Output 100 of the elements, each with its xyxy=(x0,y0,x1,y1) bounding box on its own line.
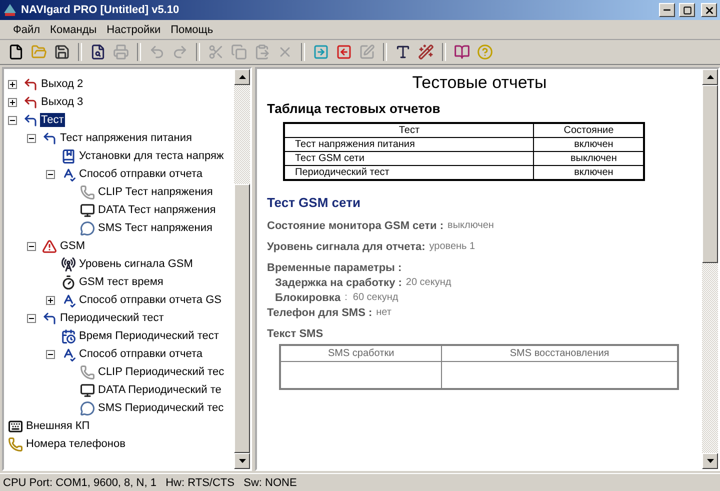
expand-toggle[interactable] xyxy=(8,80,17,88)
minimize-button[interactable] xyxy=(659,3,675,17)
menu-item[interactable]: Команды xyxy=(45,24,102,36)
field-label: Уровень сигнала для отчета: xyxy=(267,241,426,253)
field-label: Телефон для SMS : xyxy=(267,307,372,319)
pen-icon xyxy=(359,44,375,60)
tree-item[interactable]: Выход 2 xyxy=(40,77,84,91)
message-icon xyxy=(80,220,95,236)
computer-icon xyxy=(80,382,95,398)
scrollbar[interactable] xyxy=(702,69,718,469)
keypad-icon xyxy=(8,418,23,434)
window-title: NAVIgard PRO [Untitled] v5.10 xyxy=(21,4,180,16)
menu-item[interactable]: Помощь xyxy=(166,24,218,36)
field-label: Блокировка xyxy=(275,292,341,304)
spell-check-icon xyxy=(61,346,76,362)
scrollbar[interactable] xyxy=(234,69,250,469)
tree-item[interactable]: DATA Тест напряжения xyxy=(97,203,217,217)
close-icon xyxy=(704,4,714,16)
tree-item[interactable]: SMS Периодический тес xyxy=(97,401,225,415)
undo-icon xyxy=(149,44,165,60)
table-cell: Тест напряжения питания xyxy=(284,138,534,152)
section-title: Тест GSM сети xyxy=(267,195,362,210)
tree-item[interactable]: Способ отправки отчета GS xyxy=(78,293,222,307)
scroll-up-button[interactable] xyxy=(234,69,250,85)
collapse-toggle[interactable] xyxy=(27,314,36,322)
collapse-toggle[interactable] xyxy=(27,242,36,250)
scroll-down-button[interactable] xyxy=(234,453,250,469)
tree-item[interactable]: CLIP Тест напряжения xyxy=(97,185,214,199)
curved-arrow-icon xyxy=(42,310,57,326)
phone-icon xyxy=(8,436,23,452)
tree-item[interactable]: GSM xyxy=(59,239,86,253)
menu-item[interactable]: Файл xyxy=(8,24,46,36)
tree-item[interactable]: DATA Периодический те xyxy=(97,383,222,397)
tree-item[interactable]: GSM тест время xyxy=(78,275,164,289)
status-text: CPU Port: COM1, 9600, 8, N, 1 Hw: RTS/CTS Sw: NONE xyxy=(3,476,297,488)
tree-item[interactable]: SMS Тест напряжения xyxy=(97,221,214,235)
tree-item[interactable]: Тест xyxy=(40,113,65,127)
table-cell: Тест GSM сети xyxy=(284,152,534,166)
column-header: Тест xyxy=(284,123,534,138)
curved-arrow-icon xyxy=(23,112,38,128)
scissors-icon xyxy=(208,44,224,60)
tree-item[interactable]: Номера телефонов xyxy=(25,437,126,451)
field-value: : 60 секунд xyxy=(344,292,398,304)
tree-item[interactable]: Тест напряжения питания xyxy=(59,131,193,145)
scroll-down-button[interactable] xyxy=(702,453,718,469)
collapse-toggle[interactable] xyxy=(46,350,55,358)
computer-icon xyxy=(80,202,95,218)
tree-item[interactable]: Выход 3 xyxy=(40,95,84,109)
table-title: Таблица тестовых отчетов xyxy=(267,101,442,116)
copy-icon xyxy=(231,44,247,60)
maximize-icon xyxy=(682,6,692,14)
curved-arrow-icon xyxy=(23,76,38,92)
collapse-toggle[interactable] xyxy=(27,134,36,142)
field-label: Текст SMS xyxy=(267,328,324,340)
collapse-toggle[interactable] xyxy=(46,170,55,178)
field-value: 20 секунд xyxy=(406,277,452,289)
tree-item[interactable]: Способ отправки отчета xyxy=(78,347,204,361)
expand-toggle[interactable] xyxy=(8,98,17,106)
message-icon xyxy=(80,400,95,416)
help-icon xyxy=(477,44,493,60)
expand-toggle[interactable] xyxy=(46,296,55,304)
spell-check-icon xyxy=(61,166,76,182)
tree-item[interactable]: CLIP Периодический тес xyxy=(97,365,226,379)
curved-arrow-icon xyxy=(23,94,38,110)
report-title: Тестовые отчеты xyxy=(411,73,548,93)
close-button[interactable] xyxy=(701,3,717,17)
field-label: Задержка на сработку : xyxy=(275,277,402,289)
redo-icon xyxy=(172,44,188,60)
tree-item[interactable]: Периодический тест xyxy=(59,311,165,325)
scroll-thumb[interactable] xyxy=(702,85,718,263)
new-file-icon xyxy=(8,44,24,60)
collapse-toggle[interactable] xyxy=(8,116,17,124)
paste-icon xyxy=(254,44,270,60)
arrow-left-icon xyxy=(336,44,352,60)
maximize-button[interactable] xyxy=(679,3,695,17)
arrow-right-icon xyxy=(313,44,329,60)
field-value: нет xyxy=(376,307,392,319)
menu-item[interactable]: Настройки xyxy=(102,24,166,36)
printer-icon xyxy=(113,44,129,60)
phone-icon xyxy=(80,364,95,380)
column-header: Состояние xyxy=(534,123,644,138)
tree-item[interactable]: Уровень сигнала GSM xyxy=(78,257,194,271)
plus-icon xyxy=(47,296,54,304)
tree-item[interactable]: Внешняя КП xyxy=(25,419,91,433)
scroll-thumb[interactable] xyxy=(234,184,250,454)
field-label: Состояние монитора GSM сети : xyxy=(267,220,444,232)
scroll-up-button[interactable] xyxy=(702,69,718,85)
plus-icon xyxy=(9,80,16,88)
up-arrow-icon xyxy=(238,74,246,79)
field-value: выключен xyxy=(448,220,494,232)
app-logo-icon xyxy=(3,3,17,17)
tree-item[interactable]: Установки для теста напряж xyxy=(78,149,225,163)
tree-item[interactable]: Способ отправки отчета xyxy=(78,167,204,181)
wand-button[interactable] xyxy=(416,42,436,62)
down-arrow-icon xyxy=(238,459,246,464)
stopwatch-icon xyxy=(61,274,76,290)
up-arrow-icon xyxy=(706,75,714,79)
column-header: SMS сработки xyxy=(280,345,442,362)
field-label: Временные параметры : xyxy=(267,262,402,274)
tree-item[interactable]: Время Периодический тест xyxy=(78,329,220,343)
